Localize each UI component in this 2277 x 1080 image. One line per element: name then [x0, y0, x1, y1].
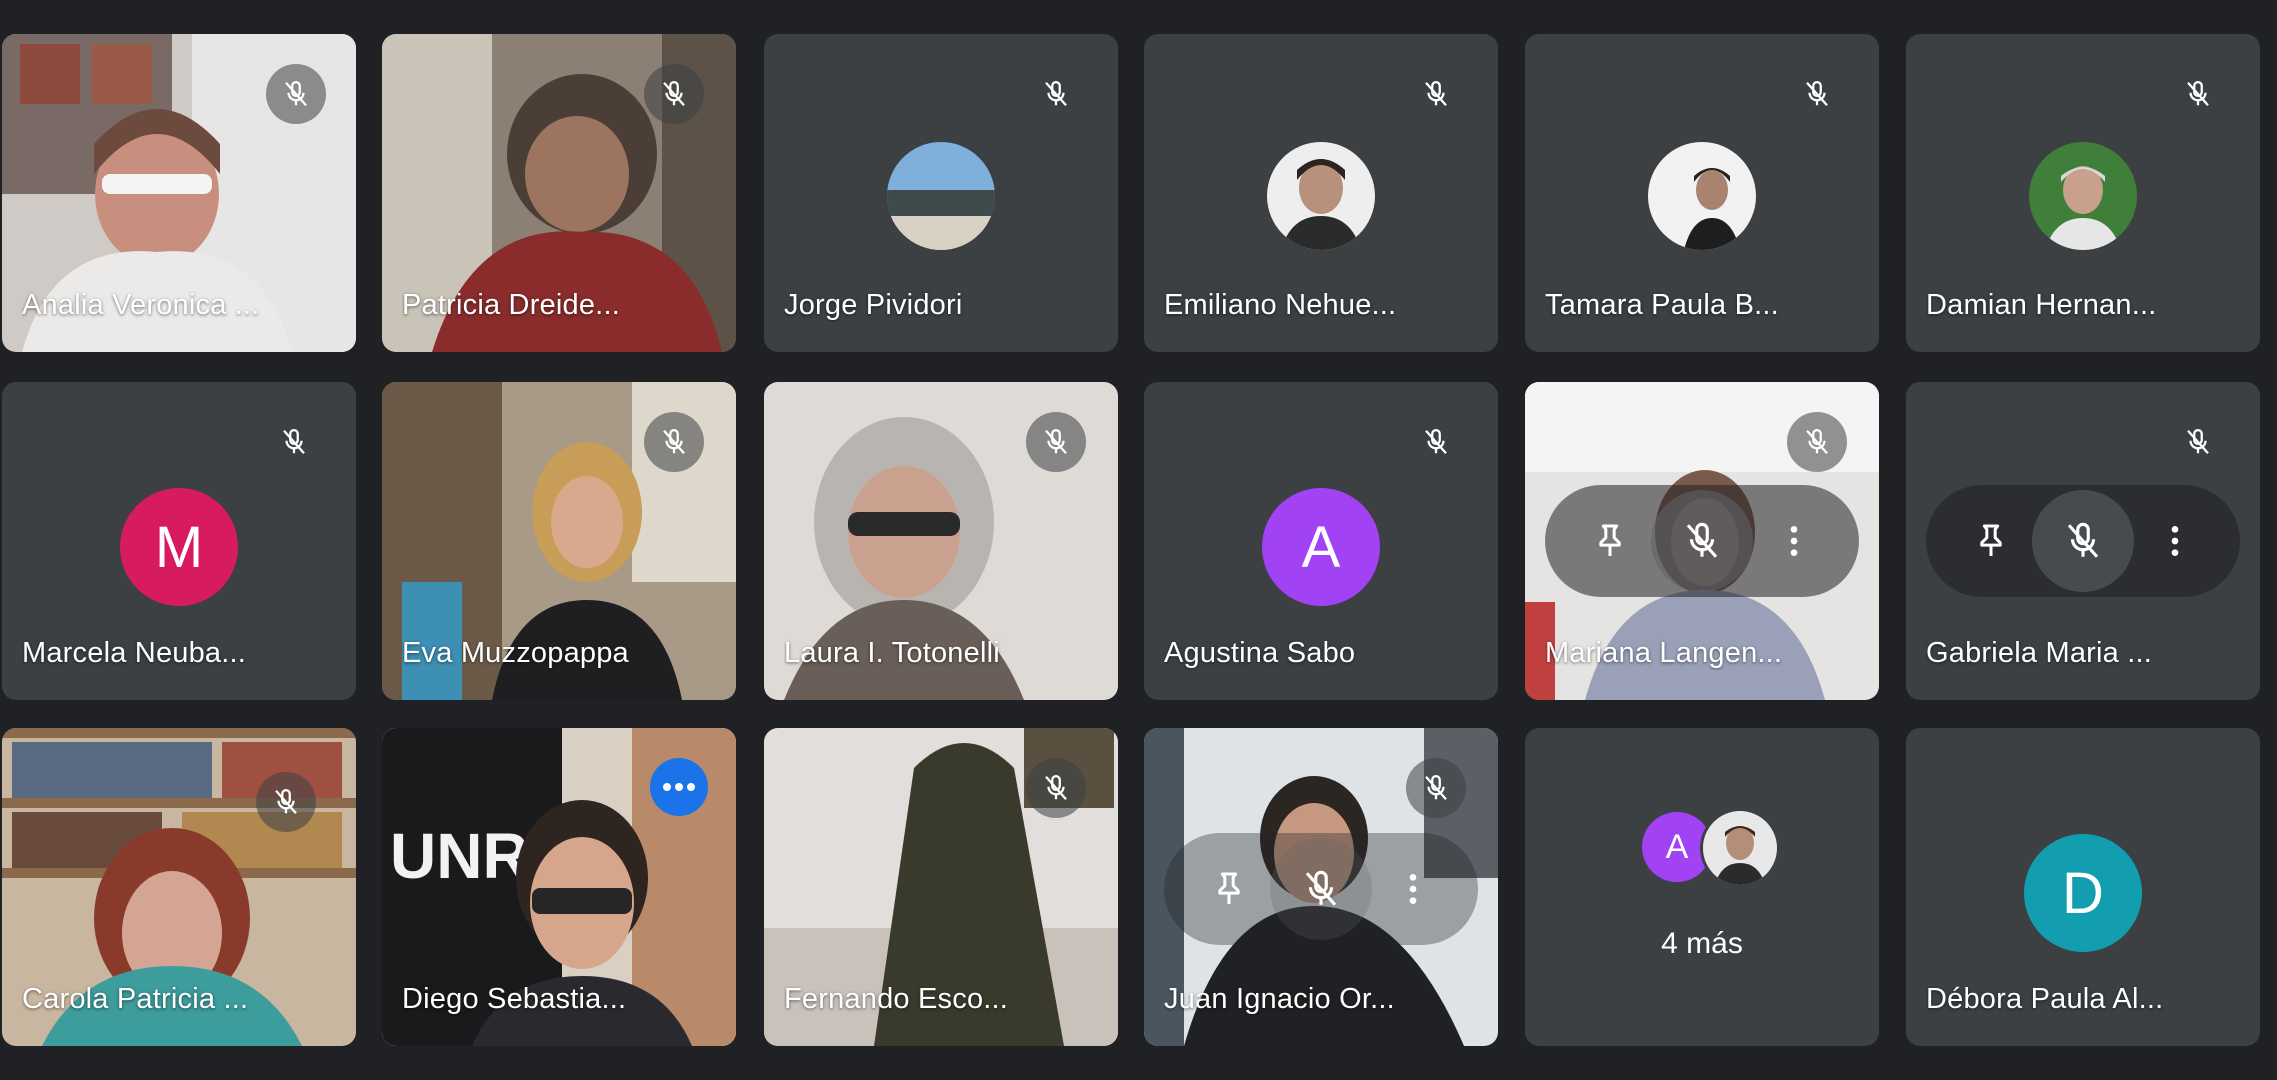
mic-off-icon [644, 412, 704, 472]
participant-tile[interactable]: M Marcela Neuba... [2, 382, 356, 700]
participant-name: Agustina Sabo [1164, 637, 1356, 669]
pin-icon[interactable] [1194, 854, 1264, 924]
participant-name: Fernando Esco... [784, 983, 1009, 1015]
avatar: D [2024, 834, 2142, 952]
avatar [1267, 142, 1375, 250]
mute-participant-button[interactable] [1270, 838, 1372, 940]
svg-text:UNR: UNR [390, 820, 529, 892]
mic-off-icon [264, 412, 324, 472]
more-vert-icon[interactable] [1759, 506, 1829, 576]
mic-off-icon [1406, 412, 1466, 472]
participant-tile[interactable]: A Agustina Sabo [1144, 382, 1498, 700]
participant-name: Débora Paula Al... [1926, 983, 2164, 1015]
participant-tile-active-speaker[interactable]: UNR Diego Sebastia... [382, 728, 736, 1046]
more-vert-icon[interactable] [2140, 506, 2210, 576]
avatar [2029, 142, 2137, 250]
participant-name: Gabriela Maria ... [1926, 637, 2153, 669]
mic-off-icon [1787, 412, 1847, 472]
participant-name: Jorge Pividori [784, 289, 963, 321]
tile-hover-controls [1926, 485, 2240, 597]
mic-off-icon [1406, 64, 1466, 124]
avatar [1700, 808, 1780, 888]
participant-tile[interactable]: Juan Ignacio Or... [1144, 728, 1498, 1046]
participant-name: Mariana Langen... [1545, 637, 1783, 669]
more-participants-avatars: A [1632, 808, 1780, 892]
participant-tile[interactable]: Gabriela Maria ... [1906, 382, 2260, 700]
tile-hover-controls [1545, 485, 1859, 597]
participant-name: Analia Veronica ... [22, 289, 260, 321]
pin-icon[interactable] [1956, 506, 2026, 576]
mic-off-icon [1026, 412, 1086, 472]
participant-name: Carola Patricia ... [22, 983, 249, 1015]
more-participants-count: 4 más [1661, 927, 1743, 960]
tile-hover-controls [1164, 833, 1478, 945]
mic-off-icon [2168, 412, 2228, 472]
avatar: M [120, 488, 238, 606]
mic-off-icon [266, 64, 326, 124]
participant-tile[interactable]: Patricia Dreide... [382, 34, 736, 352]
mute-participant-button[interactable] [1651, 490, 1753, 592]
participant-tile[interactable]: Analia Veronica ... [2, 34, 356, 352]
participant-tile[interactable]: Fernando Esco... [764, 728, 1118, 1046]
participant-tile[interactable]: Emiliano Nehue... [1144, 34, 1498, 352]
mic-off-icon [1406, 758, 1466, 818]
participant-tile[interactable]: Tamara Paula B... [1525, 34, 1879, 352]
participant-name: Diego Sebastia... [402, 983, 627, 1015]
participant-name: Laura I. Totonelli [784, 637, 1000, 669]
mic-off-icon [2168, 64, 2228, 124]
more-horiz-icon[interactable] [650, 758, 708, 816]
avatar [887, 142, 995, 250]
participant-name: Marcela Neuba... [22, 637, 247, 669]
mic-off-icon [644, 64, 704, 124]
participant-tile[interactable]: D Débora Paula Al... [1906, 728, 2260, 1046]
mic-off-icon [1787, 64, 1847, 124]
more-participants-tile[interactable]: A 4 más [1525, 728, 1879, 1046]
participant-name: Eva Muzzopappa [402, 637, 629, 669]
more-vert-icon[interactable] [1378, 854, 1448, 924]
participant-tile[interactable]: Eva Muzzopappa [382, 382, 736, 700]
avatar: A [1262, 488, 1380, 606]
participant-name: Patricia Dreide... [402, 289, 620, 321]
avatar [1648, 142, 1756, 250]
participant-tile[interactable]: Mariana Langen... [1525, 382, 1879, 700]
participant-name: Juan Ignacio Or... [1164, 983, 1395, 1015]
mute-participant-button[interactable] [2032, 490, 2134, 592]
mic-off-icon [1026, 64, 1086, 124]
pin-icon[interactable] [1575, 506, 1645, 576]
participant-name: Tamara Paula B... [1545, 289, 1779, 321]
participant-tile[interactable]: Jorge Pividori [764, 34, 1118, 352]
participant-tile[interactable]: Carola Patricia ... [2, 728, 356, 1046]
participant-tile[interactable]: Damian Hernan... [1906, 34, 2260, 352]
mic-off-icon [256, 772, 316, 832]
participant-name: Damian Hernan... [1926, 289, 2157, 321]
participant-grid: Analia Veronica ... Patricia Dreide... J… [0, 0, 2277, 1080]
participant-tile[interactable]: Laura I. Totonelli [764, 382, 1118, 700]
participant-name: Emiliano Nehue... [1164, 289, 1397, 321]
mic-off-icon [1026, 758, 1086, 818]
